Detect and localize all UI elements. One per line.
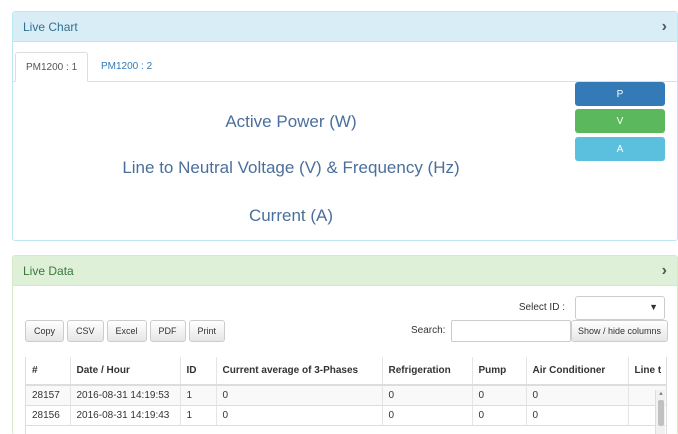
column-header[interactable]: Air Conditioner — [526, 357, 629, 386]
export-buttons: Copy CSV Excel PDF Print — [25, 320, 226, 342]
voltage-frequency-chart-title: Line to Neutral Voltage (V) & Frequency … — [122, 158, 460, 177]
scroll-up-arrow-icon[interactable]: ▲ — [656, 390, 666, 398]
show-hide-columns-button[interactable]: Show / hide columns — [571, 320, 669, 342]
copy-button[interactable]: Copy — [25, 320, 65, 342]
scroll-thumb[interactable] — [658, 400, 664, 426]
column-header[interactable]: Refrigeration — [382, 357, 473, 386]
active-power-chart-title: Active Power (W) — [225, 112, 357, 131]
table-cell: 0 — [526, 405, 629, 426]
select-id-dropdown[interactable]: ▼ — [575, 296, 665, 320]
table-cell: 2016-08-31 14:19:53 — [70, 385, 181, 406]
search-label: Search: — [411, 325, 446, 336]
select-id-label: Select ID : — [518, 302, 565, 313]
pdf-button[interactable]: PDF — [149, 320, 186, 342]
table-cell: 0 — [382, 385, 473, 406]
column-header[interactable]: Pump — [472, 357, 527, 386]
table-row[interactable]: 28157 2016-08-31 14:19:53 1 0 0 0 0 — [26, 385, 666, 406]
table-cell: 0 — [526, 385, 629, 406]
table-cell: 28156 — [26, 405, 71, 426]
chevron-right-icon[interactable]: › — [662, 18, 667, 36]
print-button[interactable]: Print — [188, 320, 226, 342]
table-cell: 0 — [216, 385, 383, 406]
data-table: # Date / Hour ID Current average of 3-Ph… — [26, 357, 666, 426]
table-header-row: # Date / Hour ID Current average of 3-Ph… — [26, 357, 666, 386]
column-header[interactable]: ID — [180, 357, 217, 386]
column-header[interactable]: Current average of 3-Phases — [216, 357, 383, 386]
live-chart-heading[interactable]: Live Chart › — [13, 12, 677, 42]
table-cell: 0 — [216, 405, 383, 426]
tab-pm1200-2[interactable]: PM1200 : 2 — [91, 52, 162, 82]
column-header[interactable]: Date / Hour — [70, 357, 181, 386]
live-data-title: Live Data — [23, 263, 74, 278]
table-cell: 0 — [472, 405, 527, 426]
current-button[interactable]: A — [575, 137, 665, 161]
tab-pm1200-1[interactable]: PM1200 : 1 — [15, 52, 89, 82]
excel-button[interactable]: Excel — [106, 320, 147, 342]
power-button[interactable]: P — [575, 82, 665, 106]
csv-button[interactable]: CSV — [67, 320, 104, 342]
voltage-button[interactable]: V — [575, 109, 665, 133]
current-chart-title: Current (A) — [248, 206, 334, 225]
chart-tabs: PM1200 : 1 PM1200 : 2 — [13, 52, 677, 82]
search-input[interactable] — [451, 320, 571, 342]
table-cell: 0 — [382, 405, 473, 426]
data-table-container: # Date / Hour ID Current average of 3-Ph… — [25, 357, 667, 434]
live-data-heading[interactable]: Live Data › — [13, 256, 677, 286]
dropdown-caret-icon: ▼ — [649, 302, 658, 312]
table-cell: 2016-08-31 14:19:43 — [70, 405, 181, 426]
table-cell: 0 — [472, 385, 527, 406]
table-cell: 1 — [180, 385, 217, 406]
table-scrollbar[interactable]: ▲ — [655, 390, 665, 434]
column-header[interactable]: Line t — [628, 357, 666, 386]
live-chart-panel: Live Chart › PM1200 : 1 PM1200 : 2 Activ… — [12, 11, 678, 241]
chevron-right-icon[interactable]: › — [662, 262, 667, 280]
table-cell: 28157 — [26, 385, 71, 406]
live-chart-title: Live Chart — [23, 19, 78, 34]
column-header[interactable]: # — [26, 357, 71, 386]
table-cell: 1 — [180, 405, 217, 426]
table-row[interactable]: 28156 2016-08-31 14:19:43 1 0 0 0 0 — [26, 405, 666, 426]
live-data-panel: Live Data › Select ID : ▼ Copy CSV Excel… — [12, 255, 678, 434]
